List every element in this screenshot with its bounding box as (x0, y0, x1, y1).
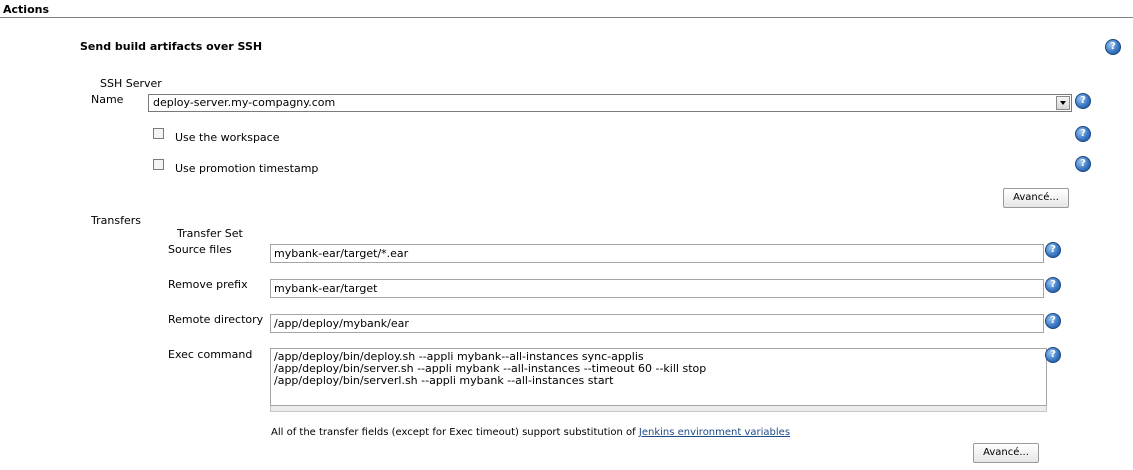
ssh-server-heading: SSH Server (100, 77, 162, 90)
jenkins-env-vars-link[interactable]: Jenkins environment variables (639, 427, 790, 438)
ssh-server-name-value: deploy-server.my-compagny.com (153, 96, 336, 109)
use-workspace-label: Use the workspace (175, 131, 280, 144)
help-icon[interactable]: ? (1045, 347, 1061, 363)
source-files-input[interactable]: mybank-ear/target/*.ear (270, 244, 1044, 263)
chevron-down-icon[interactable] (1056, 96, 1070, 110)
use-promotion-timestamp-checkbox[interactable] (153, 159, 164, 170)
use-promotion-timestamp-label: Use promotion timestamp (175, 162, 319, 175)
transfer-set-heading: Transfer Set (177, 227, 243, 240)
section-header-bar (0, 3, 1133, 18)
exec-command-textarea[interactable]: /app/deploy/bin/deploy.sh --appli mybank… (270, 348, 1047, 406)
transfers-heading: Transfers (91, 214, 141, 227)
transfers-advanced-button[interactable]: Avancé... (973, 443, 1039, 463)
help-icon[interactable]: ? (1075, 126, 1091, 142)
substitution-note-text: All of the transfer fields (except for E… (271, 427, 639, 438)
remote-directory-input[interactable]: /app/deploy/mybank/ear (270, 314, 1044, 333)
help-icon[interactable]: ? (1045, 313, 1061, 329)
help-icon[interactable]: ? (1045, 242, 1061, 258)
publisher-title: Send build artifacts over SSH (80, 40, 263, 53)
remove-prefix-label: Remove prefix (168, 278, 248, 291)
help-icon[interactable]: ? (1045, 277, 1061, 293)
section-title: Actions (3, 3, 49, 16)
ssh-server-advanced-button[interactable]: Avancé... (1003, 188, 1069, 208)
use-workspace-checkbox[interactable] (153, 128, 164, 139)
help-icon[interactable]: ? (1105, 39, 1121, 55)
textarea-resize-handle[interactable] (270, 406, 1047, 412)
remove-prefix-input[interactable]: mybank-ear/target (270, 279, 1044, 298)
help-icon[interactable]: ? (1075, 156, 1091, 172)
remote-directory-label: Remote directory (168, 313, 264, 326)
name-label: Name (91, 93, 124, 106)
source-files-label: Source files (168, 243, 232, 256)
ssh-server-name-select[interactable]: deploy-server.my-compagny.com (148, 94, 1072, 112)
exec-command-label: Exec command (168, 348, 253, 361)
substitution-note: All of the transfer fields (except for E… (271, 427, 790, 438)
help-icon[interactable]: ? (1075, 93, 1091, 109)
